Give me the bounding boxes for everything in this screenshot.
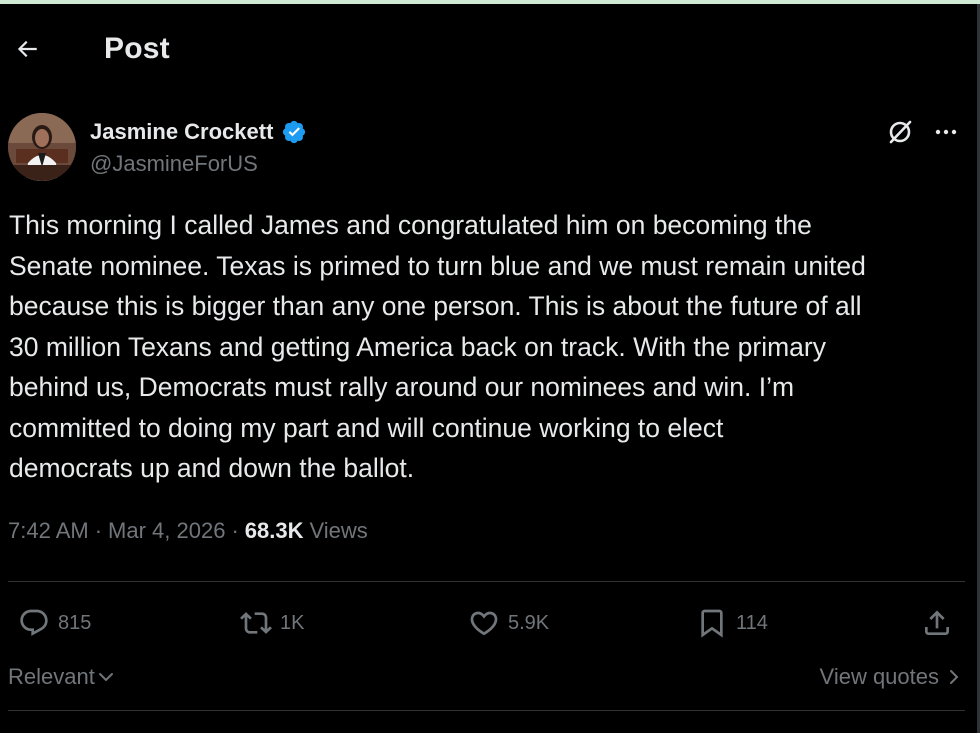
bookmark-count: 114 <box>736 611 768 634</box>
views-label: Views <box>309 518 368 543</box>
author-name[interactable]: Jasmine Crockett <box>90 119 307 145</box>
view-quotes-label: View quotes <box>819 664 939 689</box>
avatar-image <box>8 113 76 181</box>
repost-icon <box>240 612 272 634</box>
bookmark-button[interactable]: 114 <box>696 600 768 646</box>
share-icon <box>925 610 949 635</box>
reply-button[interactable]: 815 <box>18 600 91 646</box>
heart-icon <box>470 611 498 636</box>
page-title: Post <box>104 32 170 65</box>
post-text: This morning I called James and congratu… <box>9 210 866 483</box>
reply-icon <box>20 609 48 636</box>
window-top-strip <box>0 0 980 4</box>
post-author: Jasmine Crockett @JasmineForUS <box>8 113 963 183</box>
verified-badge-icon[interactable] <box>281 119 307 145</box>
views-count: 68.3K <box>244 518 304 543</box>
meta-separator-2: · <box>231 518 239 543</box>
back-button[interactable] <box>10 32 44 66</box>
bookmark-icon <box>701 609 723 638</box>
like-button[interactable]: 5.9K <box>468 600 549 646</box>
meta-separator: · <box>94 518 103 543</box>
repost-button[interactable]: 1K <box>240 600 304 646</box>
like-count: 5.9K <box>508 611 550 634</box>
view-quotes-link[interactable]: View quotes <box>820 664 963 690</box>
author-handle[interactable]: @JasmineForUS <box>90 151 258 177</box>
post-meta: 7:42 AM · Mar 4, 2026 · 68.3K Views <box>8 518 368 544</box>
author-name-text: Jasmine Crockett <box>90 119 274 144</box>
grok-icon[interactable] <box>885 117 915 147</box>
replies-sort-row: Relevant View quotes <box>8 660 963 696</box>
divider-bottom <box>8 710 965 711</box>
reply-count: 815 <box>58 611 92 634</box>
page-header: Post <box>0 18 960 80</box>
sort-relevant-label: Relevant <box>8 664 95 689</box>
sort-relevant-dropdown[interactable]: Relevant <box>8 664 115 690</box>
post-time[interactable]: 7:42 AM <box>8 518 89 544</box>
avatar[interactable] <box>8 113 76 181</box>
back-arrow-icon <box>17 40 37 58</box>
repost-count: 1K <box>280 611 305 634</box>
divider <box>8 581 965 582</box>
post-actions: 815 1K 5.9K 114 <box>0 600 980 646</box>
share-button[interactable] <box>921 600 953 646</box>
chevron-right-icon <box>950 670 959 684</box>
more-options-icon[interactable] <box>931 117 961 147</box>
post-date[interactable]: Mar 4, 2026 <box>108 518 225 544</box>
chevron-down-icon <box>98 673 113 682</box>
